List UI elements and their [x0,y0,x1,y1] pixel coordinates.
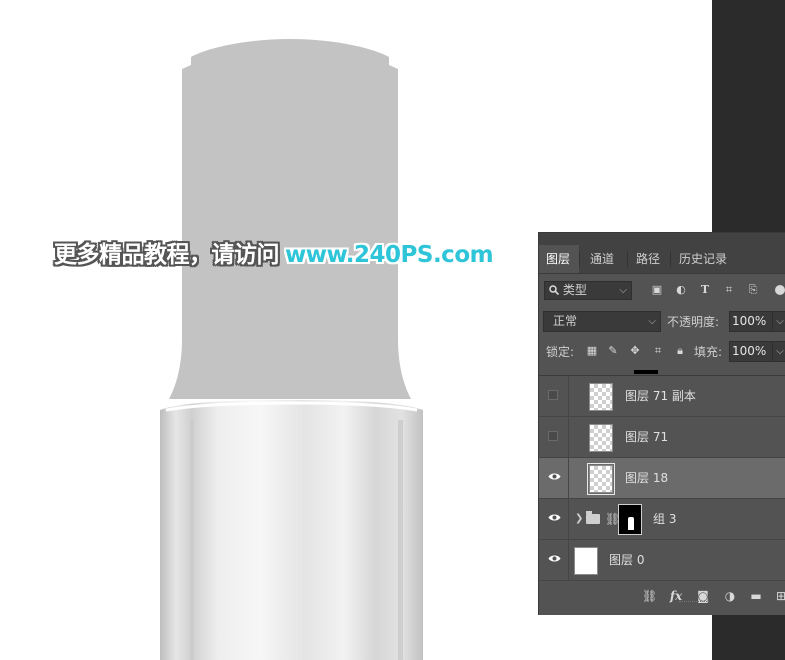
layers-panel: 图层 通道 路径 历史记录 类型 ⌵ ▣ ◐ T ⌗ ⎘ 正常 ⌵ 不透明度: … [538,232,785,615]
adjustment-filter-icon[interactable]: ◐ [675,284,687,296]
type-filter-icon[interactable]: T [699,284,711,296]
chevron-down-icon: ⌵ [648,316,656,327]
fill-value: 100% [732,344,767,358]
layer-thumbnail [589,383,613,411]
lock-row: 锁定: ▦ ✎ ✥ ⌗ 🔒︎ 填充: 100% ⌵ [539,339,785,363]
smart-object-filter-icon[interactable]: ⎘ [747,284,759,296]
layer-name: 图层 71 [625,430,669,444]
opacity-input[interactable]: 100% [729,311,777,332]
layer-thumbnail [589,424,613,452]
group-row[interactable]: ❯ ⛓︎ 组 3 [539,499,785,540]
fill-input[interactable]: 100% [729,341,777,362]
chevron-down-icon: ⌵ [776,346,784,357]
watermark-text: 更多精品教程，请访问 [54,242,280,268]
link-layers-icon[interactable]: ⛓︎ [642,589,657,603]
bottle-cap [169,39,411,399]
mask-shape [628,517,634,530]
chevron-down-icon: ⌵ [619,285,627,296]
watermark-url: www.240PS.com [285,242,494,268]
group-mask-thumbnail [618,504,642,535]
layer-filter-select[interactable]: 类型 ⌵ [544,281,632,300]
lock-paint-icon[interactable]: ✎ [607,345,619,357]
layer-name: 组 3 [653,512,677,526]
eye-icon [548,473,561,480]
fill-dropdown[interactable]: ⌵ [772,341,785,362]
visibility-toggle[interactable] [539,540,569,580]
lock-all-icon[interactable]: 🔒︎ [674,345,686,357]
layer-thumbnail [574,547,598,575]
layer-name: 图层 71 副本 [625,389,696,403]
layers-list: 图层 71 副本 图层 71 图层 18 ❯ ⛓︎ 组 3 图层 0 [539,375,785,586]
tab-divider [670,251,671,267]
blend-mode-value: 正常 [553,314,578,328]
tab-channels[interactable]: 通道 [583,245,621,273]
blend-mode-select[interactable]: 正常 ⌵ [543,311,661,332]
new-group-icon[interactable]: ▬ [749,589,763,603]
lock-label: 锁定: [546,345,575,359]
image-filter-icon[interactable]: ▣ [651,284,663,296]
visibility-toggle[interactable] [539,417,569,457]
search-icon [549,285,560,296]
layer-row[interactable]: 图层 18 [539,458,785,499]
eye-icon [548,514,561,521]
layer-row[interactable]: 图层 0 [539,540,785,581]
opacity-label: 不透明度: [667,315,720,329]
opacity-dropdown[interactable]: ⌵ [772,311,785,332]
lock-artboard-icon[interactable]: ⌗ [652,345,664,357]
visibility-toggle[interactable] [539,376,569,416]
resize-grip[interactable] [679,601,709,605]
layer-name: 图层 0 [609,553,645,567]
blend-row: 正常 ⌵ 不透明度: 100% ⌵ [539,309,785,333]
panel-title-bar[interactable] [539,233,785,245]
adjustment-layer-icon[interactable]: ◑ [723,589,737,603]
hidden-icon [548,390,558,400]
tab-layers[interactable]: 图层 [539,245,579,273]
lock-transparent-icon[interactable]: ▦ [586,345,598,357]
chevron-down-icon: ⌵ [776,316,784,327]
fill-label: 填充: [694,345,723,359]
layer-name: 图层 18 [625,471,669,485]
tab-history[interactable]: 历史记录 [672,245,734,273]
bottle-body [160,400,423,660]
panel-tabs: 图层 通道 路径 历史记录 [539,245,785,274]
layer-row[interactable]: 图层 71 [539,417,785,458]
chevron-right-icon[interactable]: ❯ [575,513,583,524]
filter-toggle-icon[interactable] [775,285,785,295]
shape-filter-icon[interactable]: ⌗ [723,284,735,296]
tab-divider [627,251,628,267]
scroll-indicator [634,370,658,374]
tab-paths[interactable]: 路径 [629,245,667,273]
tab-divider [579,251,580,267]
watermark: 更多精品教程，请访问 www.240PS.com [54,238,494,272]
panel-bottom-toolbar: ⛓︎ fx ◙ ◑ ▬ ⊞ [539,585,785,607]
visibility-toggle[interactable] [539,499,569,539]
lock-position-icon[interactable]: ✥ [629,345,641,357]
folder-icon [586,511,600,524]
layer-row[interactable]: 图层 71 副本 [539,376,785,417]
filter-row: 类型 ⌵ ▣ ◐ T ⌗ ⎘ [539,278,785,302]
opacity-value: 100% [732,314,767,328]
hidden-icon [548,431,558,441]
eye-icon [548,555,561,562]
layer-thumbnail [587,463,615,495]
visibility-toggle[interactable] [539,458,569,498]
new-layer-icon[interactable]: ⊞ [774,589,785,603]
filter-label: 类型 [562,283,587,297]
